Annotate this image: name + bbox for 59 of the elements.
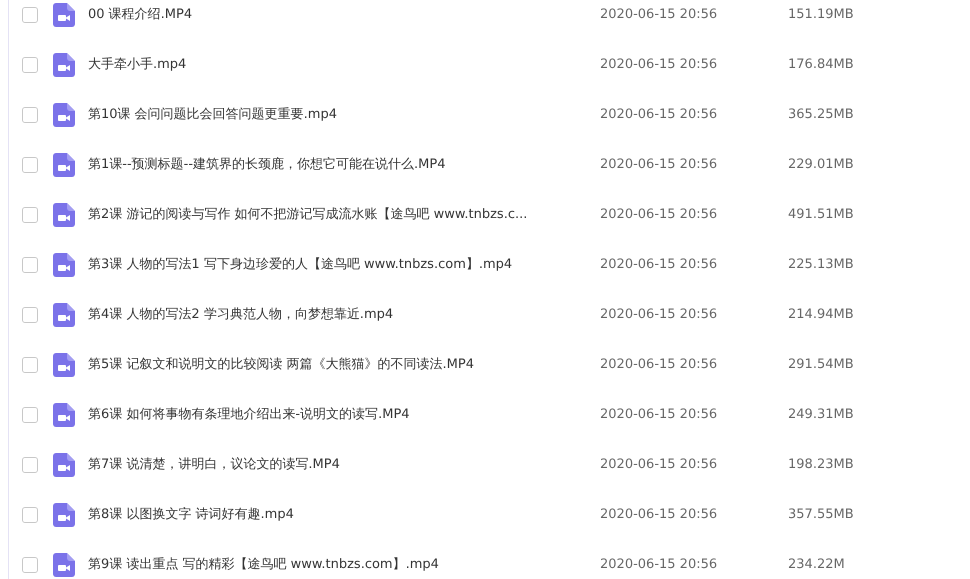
video-file-icon [53, 253, 75, 277]
modified-date: 2020-06-15 20:56 [600, 456, 718, 474]
modified-date: 2020-06-15 20:56 [600, 206, 718, 224]
video-file-icon [53, 53, 75, 77]
checkbox[interactable] [22, 507, 38, 523]
file-name[interactable]: 第7课 说清楚，讲明白，议论文的读写.MP4 [88, 455, 600, 475]
file-name[interactable]: 第6课 如何将事物有条理地介绍出来-说明文的读写.MP4 [88, 405, 600, 425]
file-name[interactable]: 第4课 人物的写法2 学习典范人物，向梦想靠近.mp4 [88, 305, 600, 325]
file-size: 357.55MB [788, 506, 854, 524]
modified-date: 2020-06-15 20:56 [600, 306, 718, 324]
file-name[interactable]: 第3课 人物的写法1 写下身边珍爱的人【途鸟吧 www.tnbzs.com】.mp4 [88, 255, 600, 275]
checkbox[interactable] [22, 7, 38, 23]
file-size: 365.25MB [788, 106, 854, 124]
checkbox[interactable] [22, 207, 38, 223]
video-file-icon [53, 353, 75, 377]
file-size: 249.31MB [788, 406, 854, 424]
video-file-icon [53, 503, 75, 527]
file-name[interactable]: 第1课--预测标题--建筑界的长颈鹿，你想它可能在说什么.MP4 [88, 155, 600, 175]
file-name[interactable]: 第2课 游记的阅读与写作 如何不把游记写成流水账【途鸟吧 www.tnbzs.c... [88, 205, 600, 225]
checkbox[interactable] [22, 357, 38, 373]
modified-date: 2020-06-15 20:56 [600, 106, 718, 124]
file-name[interactable]: 第10课 会问问题比会回答问题更重要.mp4 [88, 105, 600, 125]
file-size: 176.84MB [788, 56, 854, 74]
file-size: 229.01MB [788, 156, 854, 174]
modified-date: 2020-06-15 20:56 [600, 156, 718, 174]
file-size: 491.51MB [788, 206, 854, 224]
modified-date: 2020-06-15 20:56 [600, 406, 718, 424]
file-name[interactable]: 第8课 以图换文字 诗词好有趣.mp4 [88, 505, 600, 525]
file-name[interactable]: 第9课 读出重点 写的精彩【途鸟吧 www.tnbzs.com】.mp4 [88, 555, 600, 575]
video-file-icon [53, 3, 75, 27]
checkbox[interactable] [22, 457, 38, 473]
checkbox[interactable] [22, 107, 38, 123]
modified-date: 2020-06-15 20:56 [600, 506, 718, 524]
checkbox[interactable] [22, 407, 38, 423]
file-size: 291.54MB [788, 356, 854, 374]
file-name[interactable]: 第5课 记叙文和说明文的比较阅读 两篇《大熊猫》的不同读法.MP4 [88, 355, 600, 375]
checkbox[interactable] [22, 57, 38, 73]
video-file-icon [53, 153, 75, 177]
checkbox[interactable] [22, 307, 38, 323]
video-file-icon [53, 453, 75, 477]
file-name[interactable]: 大手牵小手.mp4 [88, 55, 600, 75]
modified-date: 2020-06-15 20:56 [600, 256, 718, 274]
file-name[interactable]: 00 课程介绍.MP4 [88, 5, 600, 25]
modified-date: 2020-06-15 20:56 [600, 6, 718, 24]
file-size: 214.94MB [788, 306, 854, 324]
video-file-icon [53, 303, 75, 327]
video-file-icon [53, 103, 75, 127]
modified-date: 2020-06-15 20:56 [600, 56, 718, 74]
modified-date: 2020-06-15 20:56 [600, 556, 718, 574]
video-file-icon [53, 203, 75, 227]
file-size: 234.22M [788, 556, 845, 574]
checkbox[interactable] [22, 557, 38, 573]
file-size: 151.19MB [788, 6, 854, 24]
checkbox[interactable] [22, 257, 38, 273]
video-file-icon [53, 403, 75, 427]
file-size: 225.13MB [788, 256, 854, 274]
modified-date: 2020-06-15 20:56 [600, 356, 718, 374]
checkbox[interactable] [22, 157, 38, 173]
file-size: 198.23MB [788, 456, 854, 474]
